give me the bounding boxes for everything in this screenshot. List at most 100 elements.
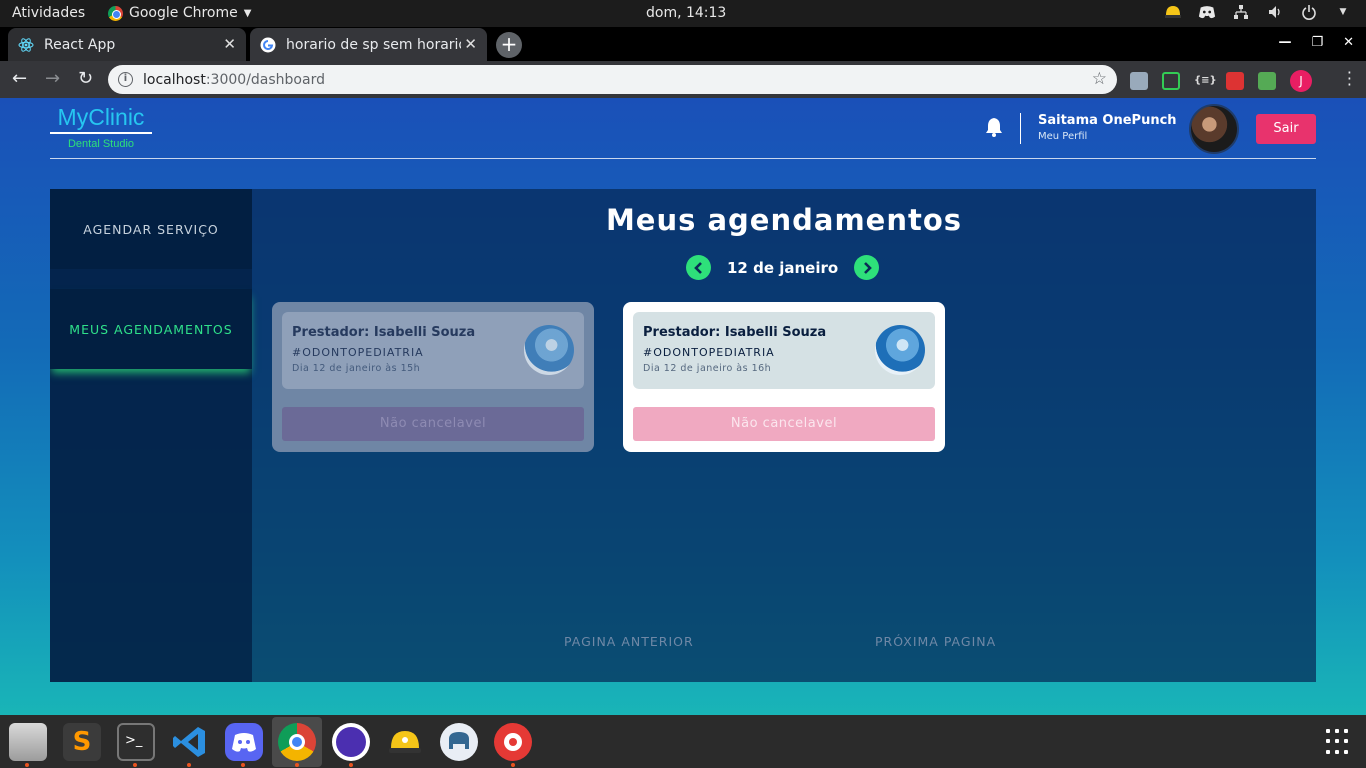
running-indicator bbox=[511, 763, 515, 767]
network-icon[interactable] bbox=[1232, 3, 1250, 21]
volume-icon[interactable] bbox=[1266, 3, 1284, 21]
close-window-icon[interactable]: ✕ bbox=[1343, 35, 1354, 50]
vscode-icon[interactable] bbox=[171, 723, 209, 761]
next-page-button[interactable]: PRÓXIMA PAGINA bbox=[875, 634, 996, 649]
extension-screen-icon[interactable] bbox=[1162, 72, 1180, 90]
menu-icon[interactable]: · · · bbox=[1347, 65, 1352, 93]
maximize-icon[interactable]: ❐ bbox=[1311, 35, 1323, 50]
terminal-icon[interactable]: >_ bbox=[117, 723, 155, 761]
provider-name: Prestador: Isabelli Souza bbox=[292, 325, 476, 340]
sidebar-item-agendar-servico[interactable]: AGENDAR SERVIÇO bbox=[50, 189, 252, 269]
system-top-bar: Atividades Google Chrome ▼ dom, 14:13 ▼ bbox=[0, 0, 1366, 27]
running-indicator bbox=[25, 763, 29, 767]
appointment-time: Dia 12 de janeiro às 15h bbox=[292, 363, 421, 374]
appointment-info: Prestador: Isabelli Souza #ODONTOPEDIATR… bbox=[282, 312, 584, 389]
previous-page-button[interactable]: PAGINA ANTERIOR bbox=[564, 634, 694, 649]
insomnia-icon[interactable] bbox=[332, 723, 370, 761]
sidebar: AGENDAR SERVIÇO MEUS AGENDAMENTOS bbox=[50, 189, 252, 682]
appointment-info: Prestador: Isabelli Souza #ODONTOPEDIATR… bbox=[633, 312, 935, 389]
header-divider bbox=[1020, 113, 1021, 144]
activities-button[interactable]: Atividades bbox=[12, 5, 85, 21]
tab-title: horario de sp sem horario bbox=[286, 36, 461, 53]
running-indicator bbox=[349, 763, 353, 767]
close-tab-icon[interactable]: ✕ bbox=[223, 35, 236, 53]
appointment-card-past: Prestador: Isabelli Souza #ODONTOPEDIATR… bbox=[272, 302, 594, 452]
address-bar[interactable]: i localhost:3000/dashboard ☆ bbox=[108, 65, 1117, 94]
profile-avatar[interactable]: J bbox=[1290, 70, 1312, 92]
extension-magnifier-icon[interactable] bbox=[1130, 72, 1148, 90]
appointment-card: Prestador: Isabelli Souza #ODONTOPEDIATR… bbox=[623, 302, 945, 452]
cancel-appointment-button[interactable]: Não cancelavel bbox=[282, 407, 584, 441]
tab-react-app[interactable]: React App ✕ bbox=[8, 28, 246, 61]
extensions-area: {≡} J bbox=[1130, 70, 1312, 92]
url-path: :3000/dashboard bbox=[205, 71, 325, 88]
app-menu-label: Google Chrome bbox=[129, 5, 238, 21]
running-indicator bbox=[133, 763, 137, 767]
discord-icon[interactable] bbox=[225, 723, 263, 761]
clock[interactable]: dom, 14:13 bbox=[646, 5, 726, 21]
chevron-left-icon bbox=[693, 261, 702, 274]
next-day-button[interactable] bbox=[854, 255, 880, 280]
tab-title: React App bbox=[44, 36, 116, 53]
power-icon[interactable] bbox=[1300, 3, 1318, 21]
google-icon bbox=[260, 37, 276, 53]
bell-icon[interactable] bbox=[984, 116, 1004, 138]
provider-photo bbox=[875, 325, 925, 375]
dashboard-panel: AGENDAR SERVIÇO MEUS AGENDAMENTOS Meus a… bbox=[50, 189, 1316, 682]
forward-icon[interactable]: → bbox=[45, 68, 60, 89]
chevron-down-icon: ▼ bbox=[243, 7, 252, 19]
logout-button[interactable]: Sair bbox=[1256, 114, 1316, 144]
service-tag: #ODONTOPEDIATRIA bbox=[292, 346, 424, 359]
user-name: Saitama OnePunch bbox=[1038, 113, 1177, 128]
back-icon[interactable]: ← bbox=[12, 68, 27, 89]
new-tab-button[interactable]: + bbox=[496, 32, 522, 58]
sublime-text-icon[interactable]: S bbox=[63, 723, 101, 761]
tab-strip: React App ✕ horario de sp sem horario ✕ … bbox=[0, 27, 1366, 61]
browser-toolbar: ← → ↻ i localhost:3000/dashboard ☆ {≡} J… bbox=[0, 61, 1366, 98]
date-navigator: 12 de janeiro bbox=[686, 255, 880, 280]
brand-subtitle: Dental Studio bbox=[67, 138, 135, 150]
profile-link[interactable]: Meu Perfil bbox=[1038, 131, 1087, 142]
provider-name: Prestador: Isabelli Souza bbox=[643, 325, 827, 340]
extension-red-icon[interactable] bbox=[1226, 72, 1244, 90]
sidebar-item-meus-agendamentos[interactable]: MEUS AGENDAMENTOS bbox=[50, 289, 252, 369]
tab-google-search[interactable]: horario de sp sem horario ✕ bbox=[250, 28, 487, 61]
chevron-down-icon[interactable]: ▼ bbox=[1334, 3, 1352, 21]
chrome-dock-icon[interactable] bbox=[278, 723, 316, 761]
brand-logo[interactable]: MyClinic Dental Studio bbox=[50, 104, 152, 150]
window-controls: — ❐ ✕ bbox=[1278, 35, 1354, 50]
chrome-icon bbox=[108, 5, 123, 21]
close-tab-icon[interactable]: ✕ bbox=[464, 35, 477, 53]
running-indicator bbox=[295, 763, 299, 767]
extension-nodejs-icon[interactable] bbox=[1258, 72, 1276, 90]
files-app-icon[interactable] bbox=[9, 723, 47, 761]
provider-photo bbox=[524, 325, 574, 375]
show-applications-icon[interactable] bbox=[1326, 729, 1352, 755]
chevron-right-icon bbox=[863, 261, 872, 274]
previous-day-button[interactable] bbox=[686, 255, 711, 280]
running-indicator bbox=[241, 763, 245, 767]
reload-icon[interactable]: ↻ bbox=[78, 68, 93, 89]
service-tag: #ODONTOPEDIATRIA bbox=[643, 346, 775, 359]
redis-desktop-icon[interactable] bbox=[494, 723, 532, 761]
react-icon bbox=[18, 37, 34, 53]
page-title: Meus agendamentos bbox=[605, 203, 963, 237]
discord-tray-icon[interactable] bbox=[1198, 3, 1216, 21]
cancel-appointment-button[interactable]: Não cancelavel bbox=[633, 407, 935, 441]
current-date: 12 de janeiro bbox=[727, 258, 839, 277]
helmet-tray-icon[interactable] bbox=[1164, 3, 1182, 21]
info-icon[interactable]: i bbox=[118, 72, 133, 87]
appointment-time: Dia 12 de janeiro às 16h bbox=[643, 363, 772, 374]
minimize-icon[interactable]: — bbox=[1278, 35, 1291, 50]
avatar[interactable] bbox=[1189, 104, 1239, 154]
url-host: localhost bbox=[143, 71, 206, 88]
bookmark-star-icon[interactable]: ☆ bbox=[1092, 69, 1107, 89]
header-divider-line bbox=[50, 158, 1316, 159]
extension-json-icon[interactable]: {≡} bbox=[1194, 72, 1217, 90]
brand-name: MyClinic bbox=[50, 104, 152, 134]
page: MyClinic Dental Studio Saitama OnePunch … bbox=[0, 98, 1366, 715]
dock: S >_ bbox=[0, 715, 1366, 768]
pgadmin-elephant-icon[interactable] bbox=[440, 723, 478, 761]
app-menu[interactable]: Google Chrome ▼ bbox=[108, 5, 251, 21]
helmet-app-icon[interactable] bbox=[386, 723, 424, 761]
